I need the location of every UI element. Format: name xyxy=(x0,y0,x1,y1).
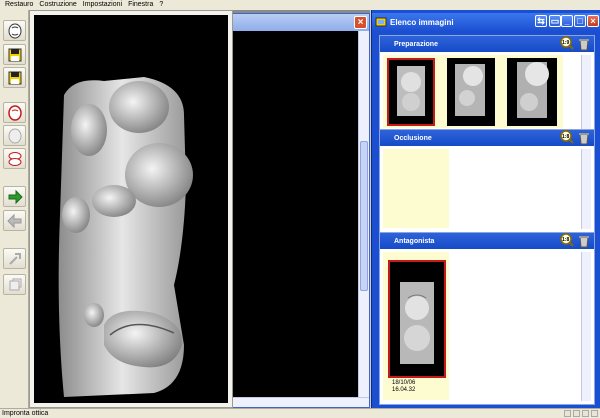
image-list-title: Elenco immagini xyxy=(390,17,454,27)
left-toolbar xyxy=(0,10,29,408)
occlusion-button[interactable] xyxy=(3,148,26,169)
document-titlebar: × xyxy=(230,14,369,31)
close-button[interactable]: × xyxy=(587,15,599,27)
section-antagonista: Antagonista 1:8 18/10/06 16.04.32 xyxy=(379,232,595,405)
teeth-occlusion-icon xyxy=(8,151,21,166)
status-cell xyxy=(582,410,589,417)
document-close-button[interactable]: × xyxy=(354,16,367,29)
arrow-left-icon xyxy=(6,213,21,228)
tooth-red-icon xyxy=(7,104,22,121)
tooth-grey-button[interactable] xyxy=(3,125,26,146)
scan-tooth-icon xyxy=(8,23,21,38)
zoom-label: 1:8 xyxy=(562,134,570,140)
menu-finestra[interactable]: Finestra xyxy=(125,0,156,10)
status-cell xyxy=(591,410,598,417)
panel-layout-button[interactable]: ▭ xyxy=(549,15,561,27)
scroll-thumb[interactable] xyxy=(360,141,368,291)
thumbnail-preparazione-2[interactable] xyxy=(447,58,495,126)
tool-grey-icon xyxy=(8,252,21,265)
menu-help[interactable]: ? xyxy=(156,0,166,10)
panel-swap-button[interactable]: ⇆ xyxy=(535,15,547,27)
document-window: × xyxy=(229,13,370,408)
section-title: Antagonista xyxy=(394,237,435,245)
trash-icon[interactable] xyxy=(577,234,591,248)
image-list-icon xyxy=(375,17,387,27)
section-header: Occlusione 1:8 xyxy=(380,130,594,146)
zoom-badge[interactable]: 1:9 xyxy=(560,36,577,52)
document-vertical-scrollbar[interactable] xyxy=(358,31,369,399)
status-indicators xyxy=(564,410,598,417)
zoom-badge[interactable]: 1:8 xyxy=(560,130,577,146)
minimize-button[interactable]: _ xyxy=(561,15,573,27)
maximize-button[interactable]: □ xyxy=(574,15,586,27)
menu-impostazioni[interactable]: Impostazioni xyxy=(80,0,125,10)
section-header: Preparazione 1:9 xyxy=(380,36,594,52)
status-cell xyxy=(564,410,571,417)
section-scrollbar[interactable] xyxy=(581,55,591,129)
section-body: 18/10/06 16.04.32 xyxy=(383,252,591,401)
next-button[interactable] xyxy=(3,186,26,207)
menu-costruzione[interactable]: Costruzione xyxy=(36,0,79,10)
status-bar: Impronta ottica xyxy=(0,408,600,418)
section-scrollbar[interactable] xyxy=(581,252,591,401)
status-cell xyxy=(573,410,580,417)
section-header: Antagonista 1:8 xyxy=(380,233,594,249)
zoom-label: 1:9 xyxy=(562,40,570,46)
menu-restauro[interactable]: Restauro xyxy=(2,0,36,10)
image-list-titlebar: Elenco immagini ⇆ ▭ _ □ × xyxy=(372,13,600,31)
save-as-button[interactable] xyxy=(3,67,26,88)
thumbnail-placeholder xyxy=(383,149,449,228)
section-preparazione: Preparazione 1:9 xyxy=(379,35,595,133)
zoom-badge[interactable]: 1:8 xyxy=(560,233,577,249)
3d-view-window xyxy=(29,10,233,408)
thumbnail-date: 18/10/06 xyxy=(392,380,416,386)
section-body xyxy=(383,55,591,129)
arrow-right-icon xyxy=(8,189,23,204)
document-horizontal-scrollbar[interactable] xyxy=(230,397,369,407)
3d-model-canvas[interactable] xyxy=(34,15,228,403)
tooth-model-image xyxy=(58,77,193,397)
zoom-label: 1:8 xyxy=(562,237,570,243)
thumbnail-preparazione-1[interactable] xyxy=(387,58,435,126)
menu-bar: Restauro Costruzione Impostazioni Finest… xyxy=(0,0,600,10)
save-button[interactable] xyxy=(3,44,26,65)
section-occlusione: Occlusione 1:8 xyxy=(379,129,595,233)
section-scrollbar[interactable] xyxy=(581,149,591,229)
image-list-panel: Elenco immagini ⇆ ▭ _ □ × Preparazione 1… xyxy=(371,10,600,408)
thumbnail-preparazione-3[interactable] xyxy=(507,58,557,126)
section-body xyxy=(383,149,591,229)
section-title: Preparazione xyxy=(394,40,438,48)
thumbnail-time: 16.04.32 xyxy=(392,387,416,393)
status-text: Impronta ottica xyxy=(2,410,49,417)
thumbnail-antagonista-1[interactable] xyxy=(388,260,446,378)
tooth-grey-icon xyxy=(8,128,21,143)
trash-icon[interactable] xyxy=(577,37,591,51)
copy-button[interactable] xyxy=(3,274,26,295)
save-disk-icon xyxy=(8,48,21,61)
back-button[interactable] xyxy=(3,210,26,231)
tool-button[interactable] xyxy=(3,248,26,269)
section-title: Occlusione xyxy=(394,134,432,142)
copy-grey-icon xyxy=(9,278,21,290)
trash-icon[interactable] xyxy=(577,131,591,145)
save-disk-alt-icon xyxy=(8,71,21,84)
scan-tooth-button[interactable] xyxy=(3,20,26,41)
tooth-red-button[interactable] xyxy=(3,102,26,123)
